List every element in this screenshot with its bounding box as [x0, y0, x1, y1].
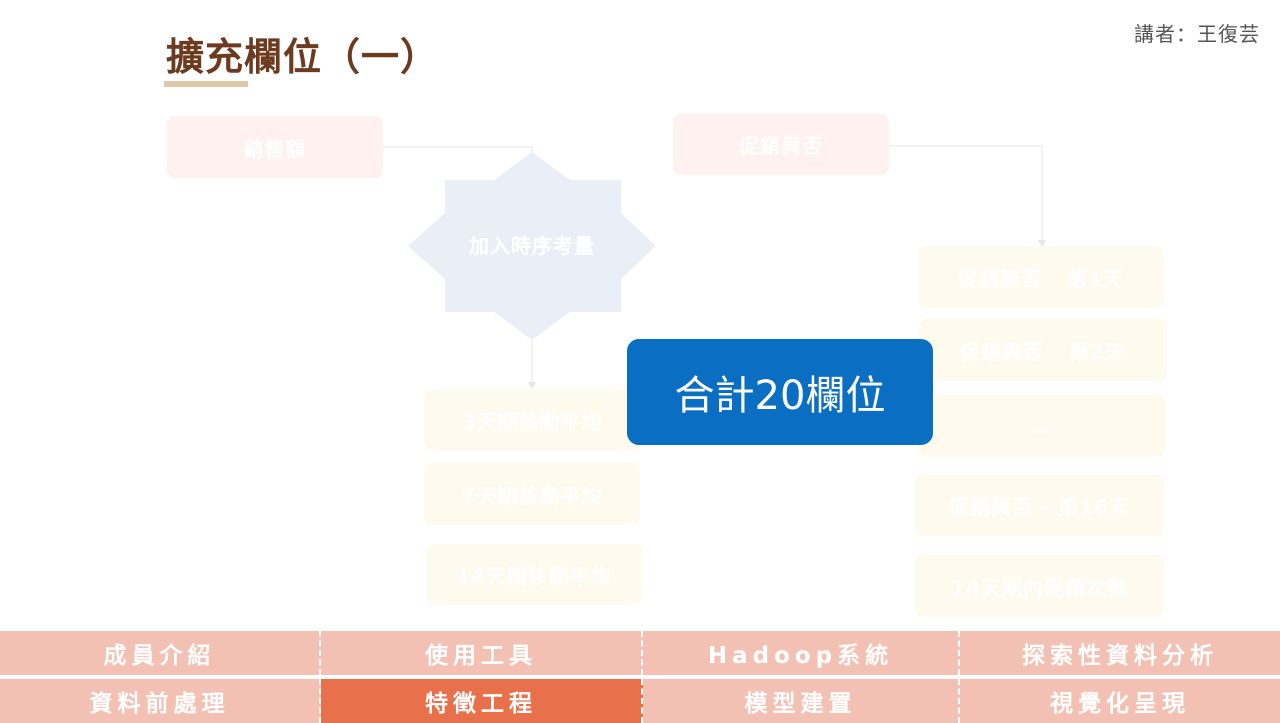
promo-day-1: 促銷與否 - 第1天	[918, 246, 1164, 308]
nav-hadoop[interactable]: Hadoop系統	[643, 631, 960, 675]
nav-row-1: 成員介紹 使用工具 Hadoop系統 探索性資料分析	[0, 631, 1280, 675]
nav-tools[interactable]: 使用工具	[321, 631, 643, 675]
moving-avg-3: 3天期移動平均	[424, 389, 640, 451]
promo-box: 促銷與否	[673, 114, 889, 175]
nav-preprocessing[interactable]: 資料前處理	[0, 679, 321, 723]
bottom-nav: 成員介紹 使用工具 Hadoop系統 探索性資料分析 資料前處理 特徵工程 模型…	[0, 630, 1280, 723]
nav-modeling[interactable]: 模型建置	[643, 679, 960, 723]
star-label: 加入時序考量	[469, 234, 595, 258]
sales-box: 銷售額	[167, 116, 383, 178]
nav-feature-engineering[interactable]: 特徵工程	[321, 679, 643, 723]
moving-avg-14: 14天期移動平均	[426, 544, 642, 605]
nav-eda[interactable]: 探索性資料分析	[960, 631, 1280, 675]
promo-day-16: 促銷與否 - 第16天	[915, 475, 1164, 536]
moving-avg-7: 7天期移動平均	[424, 463, 640, 525]
promo-count-14: 14天期內促銷次數	[915, 555, 1164, 617]
total-fields-box: 合計20欄位	[627, 339, 933, 445]
nav-members[interactable]: 成員介紹	[0, 631, 321, 675]
nav-row-2: 資料前處理 特徵工程 模型建置 視覺化呈現	[0, 679, 1280, 723]
promo-day-2: 促銷與否 - 第2天	[919, 319, 1167, 381]
promo-day-ellipsis: …	[919, 395, 1165, 457]
nav-visualization[interactable]: 視覺化呈現	[960, 679, 1280, 723]
